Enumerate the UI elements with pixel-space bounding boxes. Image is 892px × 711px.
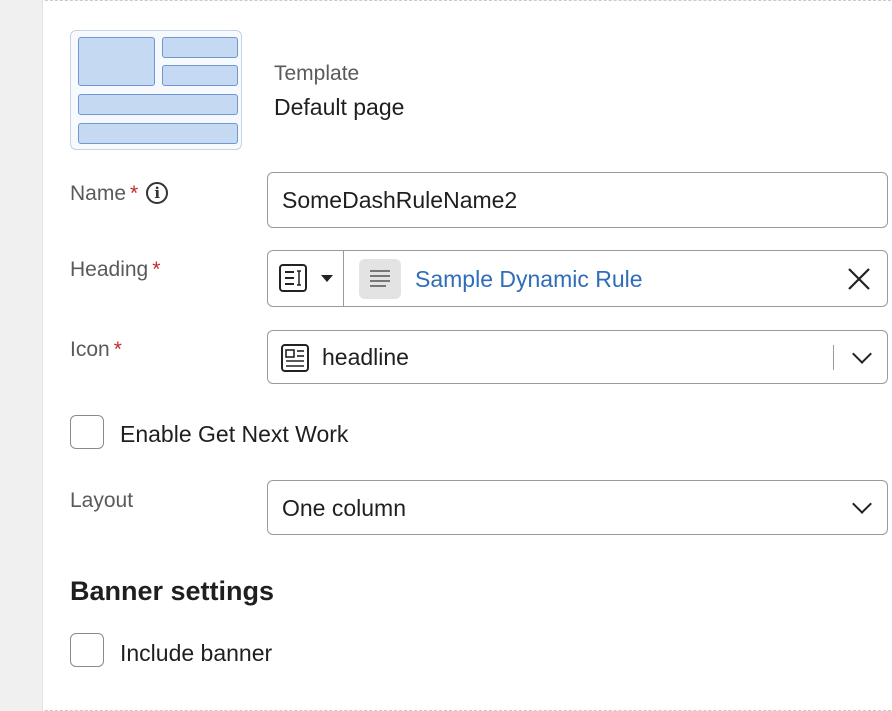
close-icon[interactable]	[847, 267, 871, 291]
heading-rule-link[interactable]: Sample Dynamic Rule	[415, 266, 643, 293]
layout-select[interactable]: One column	[267, 480, 888, 535]
get-next-work-checkbox[interactable]	[70, 415, 104, 449]
icon-select[interactable]: headline	[267, 330, 888, 384]
layout-label: Layout	[70, 489, 134, 512]
required-marker: *	[130, 182, 139, 205]
required-marker: *	[113, 338, 122, 361]
left-gutter	[0, 0, 43, 711]
required-marker: *	[152, 258, 161, 281]
rule-badge	[359, 259, 401, 299]
icon-select-value: headline	[322, 344, 409, 370]
info-icon[interactable]: i	[146, 182, 169, 204]
include-banner-checkbox[interactable]	[70, 633, 104, 667]
name-input-value: SomeDashRuleName2	[282, 187, 518, 213]
get-next-work-label: Enable Get Next Work	[120, 421, 349, 447]
chevron-down-icon[interactable]	[852, 344, 872, 364]
text-box-icon	[279, 264, 307, 292]
newspaper-icon	[281, 344, 309, 372]
name-input[interactable]: SomeDashRuleName2	[267, 172, 888, 228]
chevron-down-icon[interactable]	[852, 494, 872, 514]
separator	[833, 345, 834, 370]
heading-field[interactable]: Sample Dynamic Rule	[267, 250, 888, 307]
heading-mode-button[interactable]	[268, 251, 344, 306]
caret-down-icon	[321, 275, 333, 282]
layout-select-value: One column	[282, 495, 407, 521]
include-banner-label: Include banner	[120, 640, 273, 666]
icon-label: Icon *	[70, 338, 122, 361]
heading-label: Heading *	[70, 258, 161, 281]
name-label: Name * i	[70, 182, 169, 206]
document-lines-icon	[370, 270, 390, 287]
template-label: Template	[274, 62, 360, 85]
banner-settings-heading: Banner settings	[70, 576, 275, 606]
template-thumbnail-icon[interactable]	[70, 30, 242, 150]
template-value: Default page	[274, 94, 405, 120]
